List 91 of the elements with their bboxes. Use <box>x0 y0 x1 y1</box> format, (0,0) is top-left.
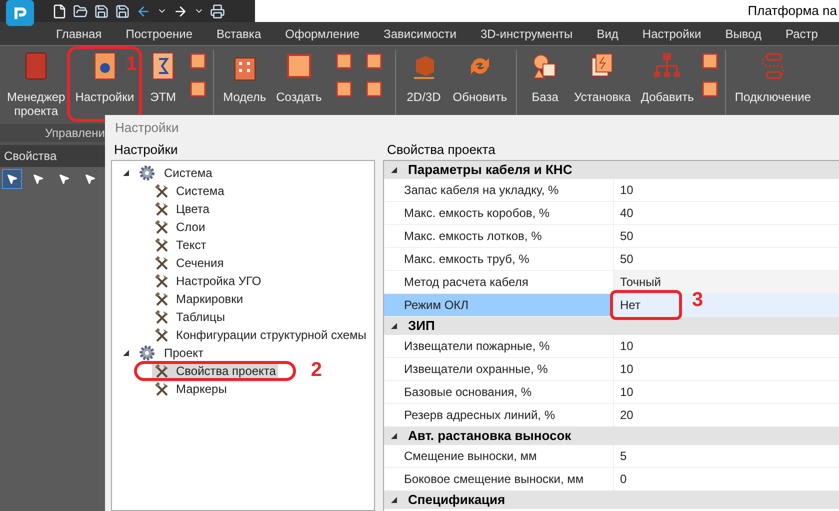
group-title: Свойства проекта <box>386 141 496 159</box>
menu-tab[interactable]: Растр <box>786 24 818 42</box>
annotation-number: 1 <box>126 54 138 74</box>
small-tool-icon[interactable] <box>189 80 208 98</box>
small-tool-icon[interactable] <box>189 52 208 70</box>
tree-item[interactable]: Слои <box>152 218 208 236</box>
tree-item[interactable]: Сечения <box>152 254 226 272</box>
tools-icon <box>154 183 170 199</box>
cursor-icon <box>32 173 44 185</box>
small-tool-icon[interactable] <box>700 80 719 98</box>
menu-tab[interactable]: 3D-инструменты <box>480 24 573 42</box>
annotation-number: 2 <box>310 360 322 380</box>
tools-icon <box>154 219 170 235</box>
menu-tab[interactable]: Оформление <box>285 24 360 42</box>
category-title: ЗИП <box>408 317 435 336</box>
property-name[interactable]: Режим ОКЛ <box>384 294 614 316</box>
small-tool-icon[interactable] <box>364 80 383 98</box>
tools-icon <box>154 237 170 253</box>
tools-icon <box>154 327 170 343</box>
ribbon-button[interactable]: 2D/3D <box>402 50 446 104</box>
ribbon-button[interactable]: Обновить <box>450 50 510 104</box>
window-title: Платформа na <box>748 2 837 20</box>
small-tool-icon[interactable] <box>334 80 353 98</box>
category-header[interactable]: Параметры кабеля и КНС <box>384 161 839 179</box>
tree-item[interactable]: Таблицы <box>152 308 228 326</box>
menu-tab[interactable]: Построение <box>126 24 193 42</box>
tools-icon <box>154 381 170 397</box>
menu-tab[interactable]: Главная <box>56 24 102 42</box>
panel-title: Свойства <box>4 148 57 165</box>
collapse-arrow-icon[interactable] <box>390 496 398 504</box>
category-title: Спецификация <box>408 491 506 510</box>
gear-icon <box>138 344 156 362</box>
tree-item[interactable]: Система <box>152 182 226 200</box>
redo-icon[interactable] <box>173 4 188 18</box>
collapse-arrow-icon[interactable] <box>390 322 398 330</box>
collapse-arrow-icon[interactable] <box>390 166 398 174</box>
category-header[interactable]: ЗИП <box>384 317 839 335</box>
ribbon-button[interactable]: ЭТМ <box>141 50 186 104</box>
cursor-icon <box>84 173 96 185</box>
ribbon-button[interactable]: База <box>523 50 568 104</box>
menu-tab[interactable]: Зависимости <box>384 24 456 42</box>
tree-item[interactable]: Цвета <box>152 200 212 218</box>
menu-tab[interactable]: Вид <box>596 24 618 42</box>
tree-item[interactable]: Система <box>164 164 212 182</box>
print-icon[interactable] <box>210 4 225 18</box>
group-title: Настройки <box>113 141 179 159</box>
ribbon-button[interactable]: Установка <box>571 50 634 104</box>
ribbon-button[interactable]: Подключение <box>732 50 814 104</box>
tree-item[interactable]: Текст <box>152 236 208 254</box>
ribbon-group-label: Управлени <box>44 125 105 142</box>
category-title: Авт. растановка выносок <box>408 427 572 446</box>
small-tool-icon[interactable] <box>700 52 719 70</box>
small-tool-icon[interactable] <box>334 52 353 70</box>
ribbon-button[interactable]: Менеджер проекта <box>4 50 68 118</box>
category-header[interactable]: Авт. растановка выносок <box>384 427 839 445</box>
selection-tool[interactable] <box>2 169 22 189</box>
undo-icon[interactable] <box>136 4 151 18</box>
property-choice[interactable]: Точный <box>614 271 839 293</box>
category-title: Параметры кабеля и КНС <box>408 161 572 180</box>
save-icon[interactable] <box>94 4 109 18</box>
small-tool-icon[interactable] <box>364 52 383 70</box>
tools-icon <box>154 291 170 307</box>
ribbon-button[interactable]: Создать <box>273 50 325 104</box>
tree-item[interactable]: Настройка УГО <box>152 272 264 290</box>
tree-item[interactable]: Маркеры <box>152 380 229 398</box>
ribbon-button[interactable]: Добавить <box>638 50 697 104</box>
open-folder-icon[interactable] <box>73 4 88 18</box>
collapse-arrow-icon[interactable] <box>122 169 130 177</box>
tree-item[interactable]: Конфигурации структурной схемы <box>152 326 368 344</box>
gear-icon <box>138 164 156 182</box>
cursor-icon <box>58 173 70 185</box>
save-as-icon[interactable] <box>115 4 130 18</box>
ribbon-button[interactable]: Модель <box>220 50 270 104</box>
logo-mark-icon <box>12 5 28 21</box>
collapse-arrow-icon[interactable] <box>390 432 398 440</box>
tree-item[interactable]: Проект <box>164 344 204 362</box>
menu-tab[interactable]: Настройки <box>642 24 702 42</box>
tools-icon <box>154 201 170 217</box>
menu-tab[interactable]: Вывод <box>725 24 762 42</box>
tools-icon <box>154 273 170 289</box>
tools-icon <box>154 309 170 325</box>
cursor-icon <box>6 173 18 185</box>
tools-icon <box>154 363 170 379</box>
tools-icon <box>154 255 170 271</box>
tree-item[interactable]: Маркировки <box>152 290 246 308</box>
category-header[interactable]: Спецификация <box>384 491 839 509</box>
dialog-title: Настройки <box>115 118 179 137</box>
collapse-arrow-icon[interactable] <box>122 349 130 357</box>
menu-tab[interactable]: Вставка <box>216 24 262 42</box>
new-file-icon[interactable] <box>52 4 67 18</box>
app-logo[interactable] <box>6 0 34 26</box>
